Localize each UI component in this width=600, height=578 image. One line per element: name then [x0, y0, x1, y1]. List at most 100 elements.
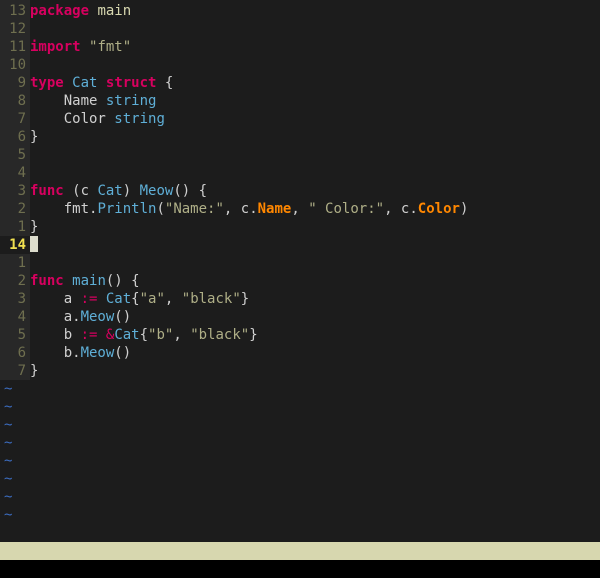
token-punc: (c	[64, 183, 98, 199]
token-typ: string	[106, 93, 157, 109]
token-punc	[97, 75, 105, 91]
token-punc: () {	[173, 183, 207, 199]
code-line[interactable]: a := Cat{"a", "black"}	[30, 290, 468, 308]
code-line[interactable]: b := &Cat{"b", "black"}	[30, 326, 468, 344]
line-number: 6	[0, 344, 30, 362]
code-line[interactable]: import "fmt"	[30, 38, 468, 56]
token-punc: }	[241, 291, 249, 307]
code-line[interactable]	[30, 146, 468, 164]
code-line[interactable]: func main() {	[30, 272, 468, 290]
token-typ: string	[114, 111, 165, 127]
token-punc	[97, 291, 105, 307]
code-line[interactable]: b.Meow()	[30, 344, 468, 362]
token-pkg: main	[97, 3, 131, 19]
token-str: "fmt"	[89, 39, 131, 55]
token-kw: func	[30, 273, 64, 289]
line-number: 9	[0, 74, 30, 92]
line-number: 2	[0, 272, 30, 290]
token-fld: Color	[418, 201, 460, 217]
code-line[interactable]: }	[30, 362, 468, 380]
tilde-icon: ~	[4, 434, 12, 452]
token-typ: Meow	[140, 183, 174, 199]
code-line[interactable]: package main	[30, 2, 468, 20]
line-number: 2	[0, 200, 30, 218]
token-op: :=	[81, 327, 98, 343]
code-line[interactable]: type Cat struct {	[30, 74, 468, 92]
line-number: 10	[0, 56, 30, 74]
tilde-icon: ~	[4, 398, 12, 416]
token-str: "black"	[182, 291, 241, 307]
command-line[interactable]: vim-go: [test] PASS	[0, 560, 600, 578]
code-line[interactable]	[30, 56, 468, 74]
line-number: 4	[0, 164, 30, 182]
code-line[interactable]: }	[30, 218, 468, 236]
code-area[interactable]: package main import "fmt" type Cat struct …	[30, 0, 468, 380]
token-punc	[64, 75, 72, 91]
code-line[interactable]	[30, 164, 468, 182]
code-line[interactable]	[30, 254, 468, 272]
token-typ: Meow	[81, 309, 115, 325]
code-line[interactable]: Name string	[30, 92, 468, 110]
token-str: "Name:"	[165, 201, 224, 217]
code-line[interactable]: a.Meow()	[30, 308, 468, 326]
tilde-icon: ~	[4, 416, 12, 434]
token-kw: import	[30, 39, 81, 55]
token-punc: (	[156, 201, 164, 217]
token-op: :=	[81, 291, 98, 307]
line-number: 1	[0, 218, 30, 236]
token-typ: Cat	[106, 291, 131, 307]
token-fld: Name	[258, 201, 292, 217]
code-line[interactable]	[30, 20, 468, 38]
token-punc: ()	[114, 309, 131, 325]
cursor	[30, 236, 38, 252]
token-punc: }	[30, 219, 38, 235]
token-punc: fmt.	[30, 201, 97, 217]
token-punc: }	[30, 129, 38, 145]
token-punc: () {	[106, 273, 140, 289]
token-str: "black"	[190, 327, 249, 343]
token-typ: Cat	[72, 75, 97, 91]
tilde-icon: ~	[4, 452, 12, 470]
tilde-icon: ~	[4, 506, 12, 524]
line-number: 7	[0, 110, 30, 128]
token-kw: package	[30, 3, 89, 19]
token-punc: {	[140, 327, 148, 343]
code-line[interactable]: }	[30, 128, 468, 146]
line-number: 8	[0, 92, 30, 110]
token-punc: ,	[165, 291, 182, 307]
token-punc: a	[30, 291, 81, 307]
line-number: 3	[0, 182, 30, 200]
token-punc: Name	[30, 93, 106, 109]
token-punc: b.	[30, 345, 81, 361]
line-number: 6	[0, 128, 30, 146]
tilde-icon: ~	[4, 470, 12, 488]
token-punc: , c.	[224, 201, 258, 217]
token-punc: {	[156, 75, 173, 91]
line-number: 13	[0, 2, 30, 20]
token-typ: Println	[97, 201, 156, 217]
line-number: 12	[0, 20, 30, 38]
code-line[interactable]	[30, 236, 468, 254]
code-line[interactable]: fmt.Println("Name:", c.Name, " Color:", …	[30, 200, 468, 218]
token-typ: Cat	[114, 327, 139, 343]
line-number: 11	[0, 38, 30, 56]
token-str: "b"	[148, 327, 173, 343]
status-bar: NORMAL test.go[+]	[0, 542, 600, 560]
token-typ: Cat	[97, 183, 122, 199]
line-number: 14	[0, 236, 30, 254]
token-punc: )	[123, 183, 140, 199]
token-punc	[64, 273, 72, 289]
token-punc: Color	[30, 111, 114, 127]
token-kw: struct	[106, 75, 157, 91]
token-punc	[81, 39, 89, 55]
token-punc: {	[131, 291, 139, 307]
token-typ: main	[72, 273, 106, 289]
code-line[interactable]: Color string	[30, 110, 468, 128]
empty-line-tildes: ~~~~~~~~	[4, 380, 12, 524]
editor-viewport[interactable]: 13121110987654321141234567 package maini…	[0, 0, 600, 578]
code-line[interactable]: func (c Cat) Meow() {	[30, 182, 468, 200]
token-punc: ,	[173, 327, 190, 343]
token-typ: Meow	[81, 345, 115, 361]
line-number: 5	[0, 146, 30, 164]
token-punc: ()	[114, 345, 131, 361]
